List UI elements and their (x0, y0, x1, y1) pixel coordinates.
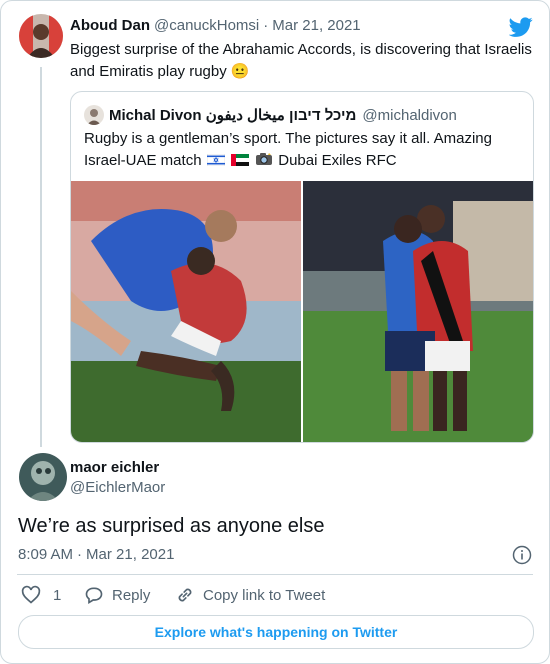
rugby-photo-embrace[interactable] (303, 181, 533, 442)
heart-icon (21, 585, 41, 605)
quoted-header: Michal Divon מיכל דיבון ميخال ديفون @mic… (109, 106, 457, 124)
israel-flag-icon (206, 151, 225, 167)
actions-divider (17, 574, 533, 575)
reply-timestamp[interactable]: 8:09 AM · Mar 21, 2021 (18, 546, 174, 563)
parent-tweet-date[interactable]: Mar 21, 2021 (272, 17, 360, 34)
reply-author-handle[interactable]: @EichlerMaor (70, 479, 165, 496)
like-button[interactable]: 1 (21, 585, 61, 605)
copy-link-label: Copy link to Tweet (203, 586, 326, 604)
quoted-author-handle: @michaldivon (362, 107, 457, 124)
parent-header: Aboud Dan @canuckHomsi · Mar 21, 2021 (70, 17, 361, 34)
link-icon (175, 585, 195, 605)
quoted-tweet[interactable]: Michal Divon מיכל דיבון ميخال ديفون @mic… (70, 91, 534, 443)
reply-bubble-icon (84, 585, 104, 605)
quoted-text-club: Dubai Exiles RFC (278, 152, 397, 169)
copy-link-button[interactable]: Copy link to Tweet (175, 585, 325, 605)
reply-tweet-text: We’re as surprised as anyone else (18, 515, 325, 537)
twitter-bird-icon[interactable] (508, 15, 533, 39)
info-icon[interactable] (512, 545, 532, 565)
parent-tweet-body: Biggest surprise of the Abrahamic Accord… (70, 41, 532, 80)
quoted-text-line-2: Israel-UAE match Dubai Exiles RFC (84, 150, 524, 172)
rugby-photo-tackle[interactable] (71, 181, 301, 442)
like-count: 1 (53, 586, 62, 604)
quoted-author-name: Michal Divon מיכל דיבון ميخال ديفون (109, 107, 357, 124)
timestamp-separator: · (77, 546, 83, 563)
quoted-avatar (84, 105, 104, 125)
reply-avatar[interactable] (19, 453, 67, 501)
reply-time: 8:09 AM (18, 546, 74, 563)
tweet-embed-card: Aboud Dan @canuckHomsi · Mar 21, 2021 Bi… (0, 0, 550, 664)
parent-tweet-text: Biggest surprise of the Abrahamic Accord… (70, 39, 540, 83)
quoted-text-line-1: Rugby is a gentleman’s sport. The pictur… (84, 130, 492, 147)
parent-author-handle[interactable]: @canuckHomsi (154, 17, 259, 34)
reply-button[interactable]: Reply (84, 585, 150, 605)
parent-avatar[interactable] (19, 14, 63, 58)
neutral-face-emoji: 😐 (230, 63, 250, 80)
uae-flag-icon (230, 151, 249, 166)
quoted-tweet-text: Rugby is a gentleman’s sport. The pictur… (84, 128, 524, 172)
header-separator: · (263, 17, 269, 34)
camera-flash-icon (255, 151, 273, 165)
quoted-text-match: Israel-UAE match (84, 152, 202, 169)
reply-date: Mar 21, 2021 (86, 546, 175, 563)
parent-author-name[interactable]: Aboud Dan (70, 17, 150, 34)
reply-label: Reply (112, 586, 151, 604)
explore-twitter-button[interactable]: Explore what's happening on Twitter (18, 615, 534, 649)
thread-connector-line (40, 67, 42, 447)
reply-author-name[interactable]: maor eichler (70, 459, 159, 476)
